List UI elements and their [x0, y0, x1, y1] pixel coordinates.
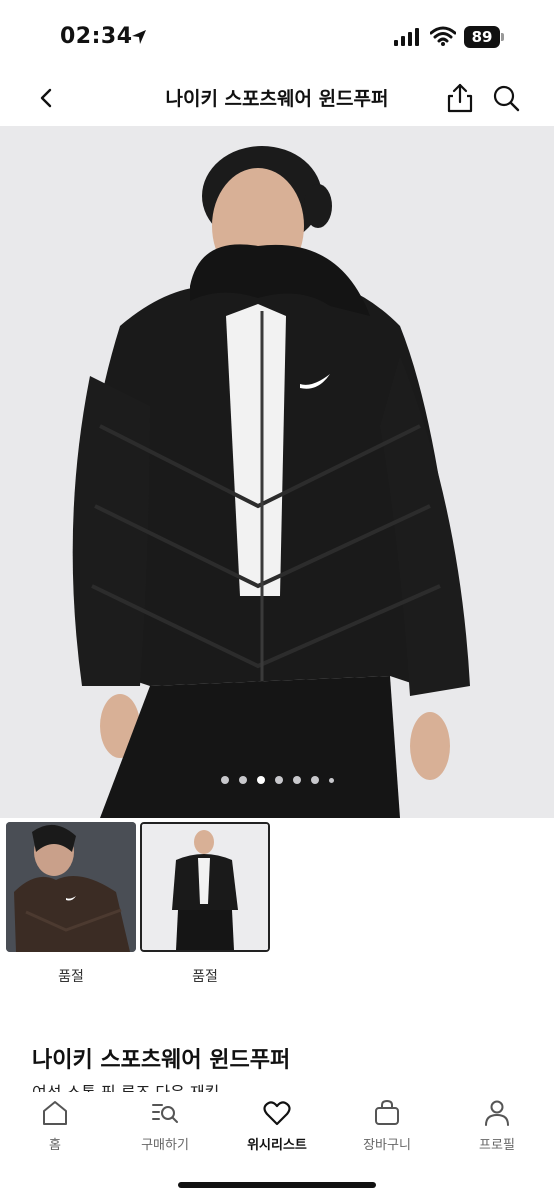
search-list-icon — [152, 1104, 178, 1123]
pager-dot-active[interactable] — [256, 776, 265, 784]
color-variant-list — [4, 822, 550, 952]
pager-dot[interactable] — [274, 776, 283, 784]
tab-label: 위시리스트 — [247, 1138, 307, 1153]
share-button[interactable] — [444, 82, 476, 114]
variant-status-label: 품절 — [192, 969, 218, 985]
battery-level: 89 — [464, 26, 500, 48]
tab-profile[interactable]: 프로필 — [442, 1098, 552, 1158]
pager-dot[interactable] — [292, 776, 301, 784]
variant-photo — [142, 824, 268, 950]
tab-wishlist[interactable]: 위시리스트 — [222, 1098, 332, 1158]
tab-label: 구매하기 — [141, 1138, 189, 1153]
tab-home[interactable]: 홈 — [0, 1098, 110, 1158]
status-time: 02:34 — [60, 24, 133, 49]
battery-tip — [501, 33, 504, 41]
variant-photo — [6, 822, 136, 952]
cellular-signal-icon — [394, 28, 419, 46]
bag-icon — [375, 1099, 399, 1125]
tab-label: 홈 — [49, 1138, 61, 1153]
tab-cart[interactable]: 장바구니 — [332, 1098, 442, 1158]
color-variant-brown[interactable] — [6, 822, 136, 952]
product-subtitle: 여성 스톰 핏 루즈 다운 재킷 — [32, 1078, 219, 1092]
location-arrow-icon — [132, 30, 146, 44]
home-icon — [43, 1101, 67, 1125]
heart-icon — [263, 1101, 291, 1126]
product-name: 나이키 스포츠웨어 윈드푸퍼 — [32, 1048, 291, 1073]
nav-header: 나이키 스포츠웨어 윈드푸퍼 — [0, 72, 554, 126]
search-button[interactable] — [490, 82, 522, 114]
product-photo — [72, 146, 470, 818]
share-icon — [447, 83, 473, 113]
tab-shop[interactable]: 구매하기 — [110, 1098, 220, 1158]
product-image-carousel[interactable] — [0, 126, 554, 818]
pager-dot[interactable] — [220, 776, 229, 784]
carousel-pager — [0, 776, 554, 784]
wifi-icon — [430, 26, 456, 46]
pager-dot[interactable] — [328, 777, 334, 783]
home-indicator — [178, 1182, 376, 1188]
battery-icon: 89 — [464, 26, 504, 48]
color-variant-black[interactable] — [140, 822, 270, 952]
tab-label: 장바구니 — [363, 1138, 411, 1153]
tab-label: 프로필 — [479, 1138, 515, 1153]
variant-status-label: 품절 — [58, 969, 84, 985]
status-bar: 02:34 89 — [0, 0, 554, 72]
search-icon — [493, 85, 520, 112]
pager-dot[interactable] — [310, 776, 319, 784]
person-icon — [485, 1100, 509, 1126]
pager-dot[interactable] — [238, 776, 247, 784]
